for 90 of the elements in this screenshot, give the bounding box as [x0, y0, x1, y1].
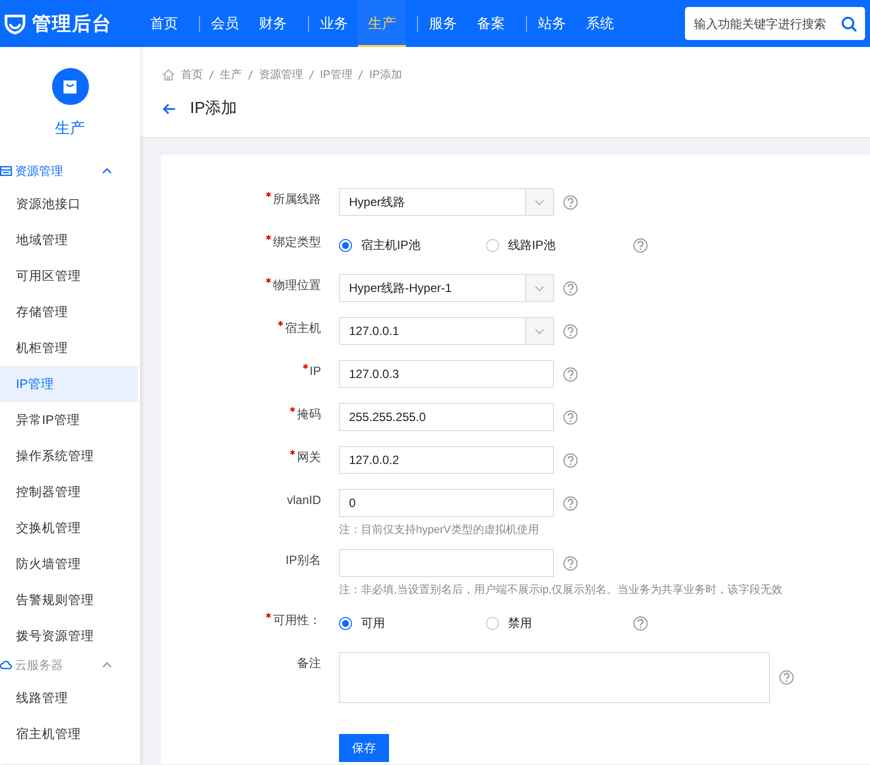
breadcrumb-link[interactable]: 生产: [220, 67, 242, 82]
help-icon[interactable]: [563, 410, 578, 424]
sidebar-item[interactable]: 地域管理: [0, 222, 138, 258]
field-label: 网关: [297, 450, 321, 464]
field-label: vlanID: [286, 493, 321, 507]
chevron-down-icon[interactable]: [535, 328, 544, 334]
sidebar-item[interactable]: 资源池接口: [0, 186, 138, 222]
logo-shield-icon: [4, 12, 26, 34]
sidebar-item[interactable]: 异常IP管理: [0, 402, 138, 438]
field-label: 掩码: [297, 407, 321, 421]
sidebar-item[interactable]: 告警规则管理: [0, 582, 138, 618]
help-icon[interactable]: [633, 616, 648, 630]
help-icon[interactable]: [563, 366, 578, 382]
back-arrow-icon[interactable]: [162, 102, 176, 114]
breadcrumb-current: IP添加: [369, 68, 402, 82]
field-label: 绑定类型: [273, 235, 321, 249]
search-field[interactable]: 输入功能关键字进行搜索: [685, 7, 865, 40]
sidebar-item[interactable]: 宿主机管理: [0, 716, 138, 752]
input-field[interactable]: 0: [339, 489, 554, 517]
sidebar-item[interactable]: 拨号资源管理: [0, 618, 138, 654]
nav-item[interactable]: 首页: [150, 0, 188, 47]
radio-label[interactable]: 线路IP池: [508, 236, 556, 254]
help-icon[interactable]: [563, 280, 578, 296]
help-icon[interactable]: [563, 496, 578, 510]
nav-item[interactable]: 站务: [538, 0, 576, 47]
slash-separator-icon: [358, 70, 364, 80]
select-field[interactable]: Hyper线路-Hyper-1: [339, 274, 554, 302]
chevron-down-icon[interactable]: [535, 200, 544, 204]
sidebar-item[interactable]: 操作系统管理: [0, 438, 138, 474]
nav-item[interactable]: 会员: [211, 0, 249, 47]
radio-button[interactable]: [339, 616, 352, 630]
chevron-up-icon[interactable]: [102, 662, 112, 668]
input-field[interactable]: [339, 549, 554, 577]
input-field[interactable]: 127.0.0.2: [339, 446, 554, 474]
field-note: 注：非必填,当设置别名后，用户端不展示ip,仅展示别名。当业务为共享业务时，该字段无效: [339, 582, 783, 597]
field-label: IP: [310, 364, 321, 378]
input-field[interactable]: 255.255.255.0: [339, 403, 554, 431]
field-label: 可用性：: [273, 613, 321, 627]
page-title: IP添加: [190, 98, 238, 119]
sidebar-item[interactable]: 控制器管理: [0, 474, 138, 510]
sidebar-item[interactable]: 线路管理: [0, 680, 138, 716]
sidebar-item[interactable]: 防火墙管理: [0, 546, 138, 582]
radio-button[interactable]: [339, 238, 352, 252]
radio-label[interactable]: 宿主机IP池: [361, 236, 420, 254]
logo-text: 管理后台: [32, 12, 112, 36]
field-label: 宿主机: [285, 321, 321, 335]
sidebar-group-title[interactable]: 资源管理: [15, 162, 63, 180]
field-label: 物理位置: [273, 278, 321, 292]
help-icon[interactable]: [633, 238, 648, 252]
nav-item[interactable]: 业务: [320, 0, 358, 47]
chevron-up-icon[interactable]: [102, 168, 112, 174]
sidebar-item[interactable]: 机柜管理: [0, 330, 138, 366]
slash-separator-icon: [309, 70, 314, 80]
save-button[interactable]: 保存: [339, 734, 389, 762]
tray-icon: [0, 166, 12, 176]
help-icon[interactable]: [563, 556, 578, 570]
radio-button[interactable]: [486, 616, 499, 630]
nav-item[interactable]: 备案: [467, 0, 515, 47]
select-field[interactable]: 127.0.0.1: [339, 317, 554, 345]
nav-item[interactable]: 服务: [429, 0, 467, 47]
select-field[interactable]: Hyper线路: [339, 188, 554, 216]
sidebar-item[interactable]: 交换机管理: [0, 510, 138, 546]
help-icon[interactable]: [563, 452, 578, 468]
home-icon[interactable]: [162, 68, 175, 80]
help-icon[interactable]: [563, 324, 578, 338]
help-icon[interactable]: [779, 670, 794, 685]
bag-icon: [52, 68, 88, 105]
radio-label[interactable]: 禁用: [508, 614, 532, 632]
breadcrumb-link[interactable]: 资源管理: [259, 67, 303, 82]
nav-item[interactable]: 系统: [576, 0, 624, 47]
field-label: 所属线路: [273, 192, 321, 206]
slash-separator-icon: [248, 70, 253, 80]
sidebar-item[interactable]: 可用区管理: [0, 258, 138, 294]
nav-item[interactable]: 财务: [249, 0, 297, 47]
sidebar-title: 生产: [55, 119, 85, 138]
chevron-down-icon[interactable]: [535, 286, 544, 290]
cloud-icon: [0, 660, 12, 670]
search-icon[interactable]: [841, 16, 857, 32]
input-field[interactable]: 127.0.0.3: [339, 360, 554, 388]
breadcrumb-link[interactable]: IP管理: [320, 67, 352, 82]
help-icon[interactable]: [563, 194, 578, 210]
sidebar-item[interactable]: 存储管理: [0, 294, 138, 330]
radio-button[interactable]: [486, 238, 499, 252]
sidebar-item[interactable]: IP管理: [0, 366, 138, 402]
field-label: IP别名: [286, 553, 321, 567]
field-label: 备注: [297, 656, 321, 670]
breadcrumb-link[interactable]: 首页: [181, 67, 203, 82]
field-note: 注：目前仅支持hyperV类型的虚拟机使用: [339, 522, 540, 537]
radio-label[interactable]: 可用: [361, 614, 385, 632]
slash-separator-icon: [209, 70, 214, 80]
